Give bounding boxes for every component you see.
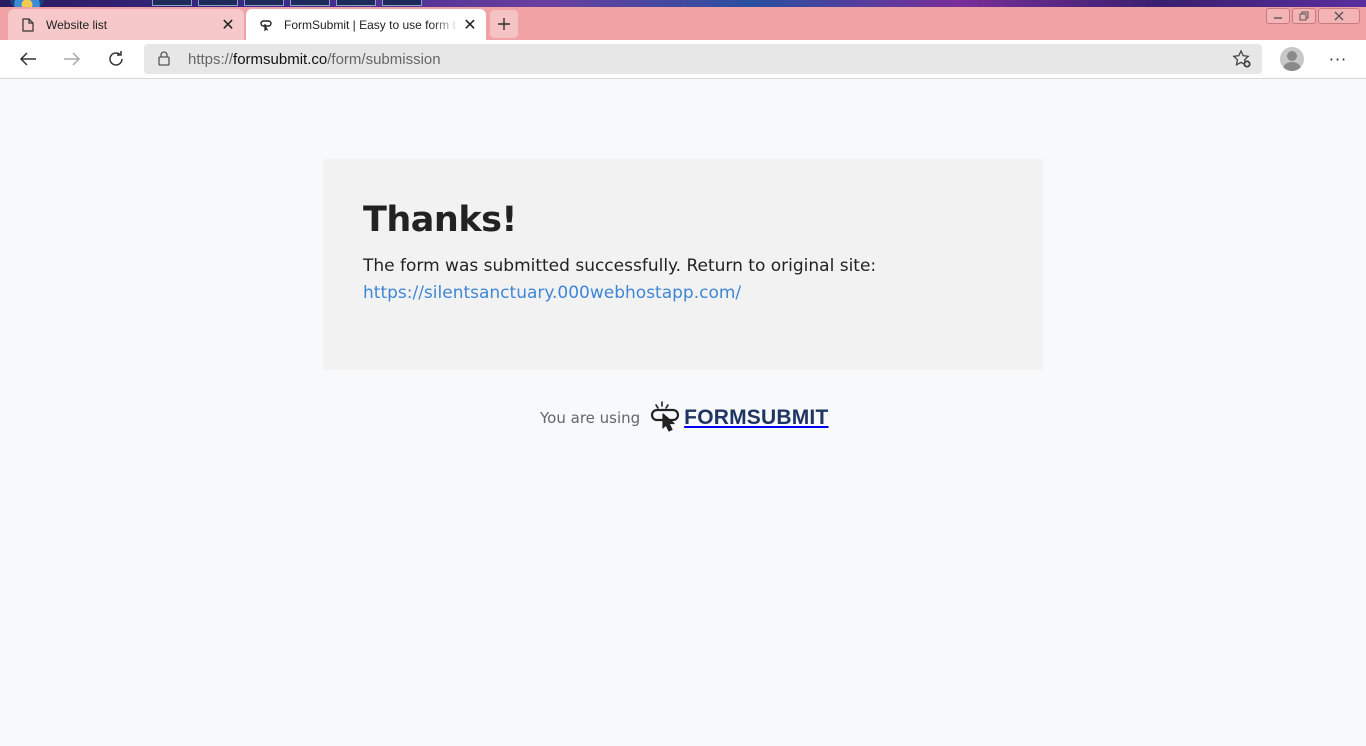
lock-icon[interactable] [158,51,170,70]
taskbar-button[interactable] [152,0,192,6]
browser-toolbar: https://formsubmit.co/form/submission ··… [0,40,1366,79]
refresh-button[interactable] [102,45,130,73]
restore-button[interactable] [1292,8,1316,24]
minimize-icon [1274,17,1282,19]
taskbar-button[interactable] [290,0,330,6]
powered-by-footer: You are using FORMSUBMIT [540,401,829,435]
formsubmit-favicon-icon [258,17,274,33]
tab-bar: Website list ✕ FormSubmit | Easy to use … [0,7,1366,40]
page-title: Thanks! [363,200,517,240]
minimize-button[interactable] [1266,8,1290,24]
restore-icon [1299,11,1309,21]
url-path: /form/submission [327,51,441,68]
tab-title: Website list [46,17,108,32]
footer-text: You are using [540,409,641,427]
taskbar-button[interactable] [382,0,422,6]
plus-icon [498,18,510,30]
refresh-icon [109,51,123,66]
close-icon[interactable]: ✕ [216,13,240,37]
close-icon[interactable]: ✕ [458,13,482,37]
page-content: Thanks! The form was submitted successfu… [0,79,1366,746]
add-favorite-icon[interactable] [1232,49,1252,73]
back-button[interactable] [14,45,42,73]
return-link[interactable]: https://silentsanctuary.000webhostapp.co… [363,283,741,303]
close-window-button[interactable] [1318,8,1360,24]
taskbar-button[interactable] [198,0,238,6]
url-text[interactable]: https://formsubmit.co/form/submission [188,51,441,68]
pointer-hand-icon [651,401,680,432]
arrow-left-icon [19,52,36,66]
url-scheme: https:// [188,51,234,68]
confirmation-message: The form was submitted successfully. Ret… [363,253,1003,307]
more-menu-button[interactable]: ··· [1324,45,1352,73]
taskbar-button[interactable] [336,0,376,6]
url-host: formsubmit.co [233,51,328,68]
address-bar[interactable]: https://formsubmit.co/form/submission [144,44,1262,74]
taskbar-button[interactable] [244,0,284,6]
arrow-right-icon [64,52,81,66]
tab-website-list[interactable]: Website list ✕ [8,9,244,40]
new-tab-button[interactable] [490,10,518,38]
profile-avatar[interactable] [1280,47,1304,71]
brand-name: FORMSUBMIT [684,406,829,429]
tab-title: FormSubmit | Easy to use form b [284,17,458,32]
tab-formsubmit[interactable]: FormSubmit | Easy to use form b ✕ [246,9,486,40]
formsubmit-logo[interactable]: FORMSUBMIT [650,401,828,435]
os-taskbar-strip [0,0,1366,10]
document-icon [20,17,36,33]
forward-button[interactable] [58,45,86,73]
message-text: The form was submitted successfully. Ret… [363,256,877,276]
close-icon [1334,11,1344,21]
window-controls [1266,8,1360,24]
confirmation-card: Thanks! The form was submitted successfu… [323,159,1043,370]
